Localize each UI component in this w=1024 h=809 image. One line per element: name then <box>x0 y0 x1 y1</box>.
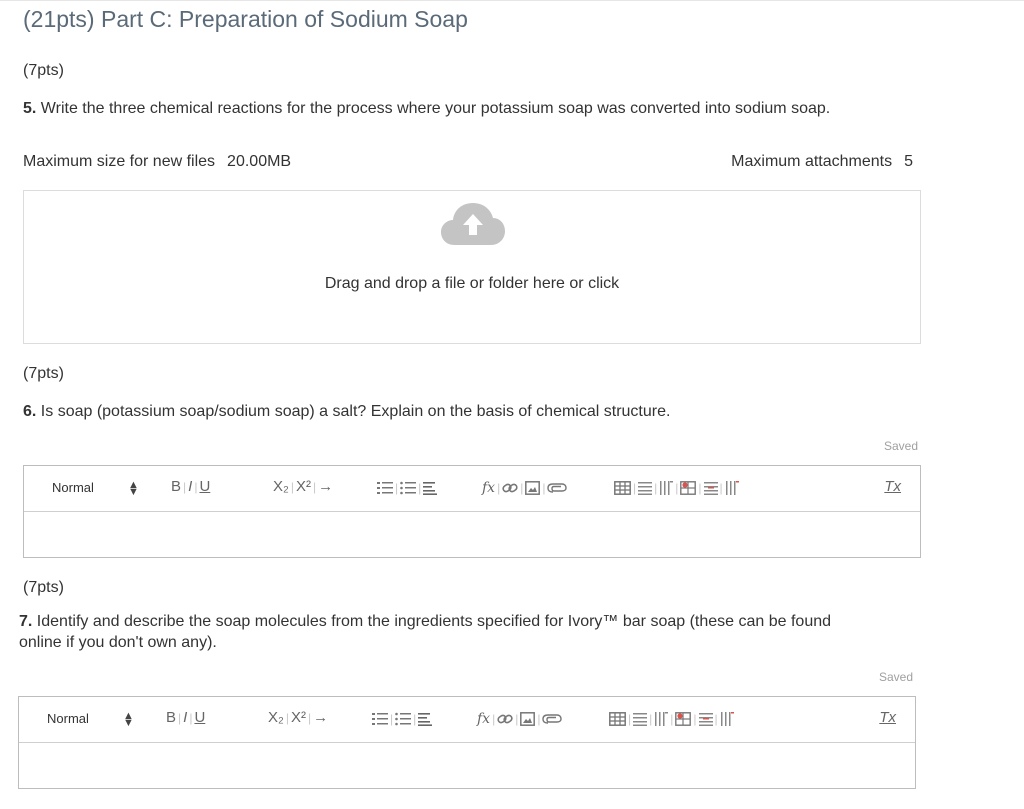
formula-icon[interactable]: fx <box>482 480 495 496</box>
image-icon[interactable] <box>520 712 536 726</box>
clear-format-icon[interactable]: Tx <box>879 709 896 726</box>
insert-group: fx | | | <box>477 709 563 729</box>
table-delete-row-icon[interactable] <box>703 481 718 496</box>
underline-icon[interactable]: U <box>194 709 205 726</box>
script-group: X₂ | X² | → <box>268 709 329 726</box>
top-divider <box>0 0 1024 1</box>
answer-input-7[interactable] <box>19 743 915 788</box>
file-dropzone[interactable]: Drag and drop a file or folder here or c… <box>23 190 921 344</box>
bullet-list-icon[interactable] <box>400 481 417 495</box>
bold-icon[interactable]: B <box>166 709 176 726</box>
question-7-prompt-line1: Identify and describe the soap molecules… <box>36 613 832 630</box>
page-title: (21pts) Part C: Preparation of Sodium So… <box>23 6 468 32</box>
question-5-number: 5. <box>23 100 37 117</box>
superscript-icon[interactable]: X² <box>291 709 306 726</box>
cloud-upload-icon <box>441 201 505 247</box>
underline-icon[interactable]: U <box>199 478 210 495</box>
table-row-icon[interactable] <box>633 712 648 727</box>
italic-icon[interactable]: I <box>183 709 187 726</box>
dropzone-text: Drag and drop a file or folder here or c… <box>324 275 620 292</box>
table-cell-icon[interactable] <box>675 712 692 726</box>
format-select-value: Normal <box>47 711 89 726</box>
question-7-prompt-line2: online if you don't own any). <box>19 634 217 651</box>
question-7-text: 7. Identify and describe the soap molecu… <box>19 611 831 653</box>
arrow-icon[interactable]: → <box>313 709 328 726</box>
text-style-group: B | I | U <box>166 709 206 726</box>
ordered-list-icon[interactable] <box>372 712 388 726</box>
link-icon[interactable] <box>497 712 513 726</box>
subscript-icon[interactable]: X₂ <box>273 478 289 495</box>
max-attachments-label: Maximum attachments <box>731 153 893 170</box>
table-group: | | | | | <box>614 478 739 498</box>
answer-input-6[interactable] <box>24 512 920 557</box>
italic-icon[interactable]: I <box>188 478 192 495</box>
table-icon[interactable] <box>609 712 626 726</box>
bold-icon[interactable]: B <box>171 478 181 495</box>
superscript-icon[interactable]: X² <box>296 478 311 495</box>
answer-editor-6: Normal ▲ ▼ B | I | U X₂ | X² | → | | fx | | | | | | | | T… <box>23 465 921 558</box>
editor-toolbar: Normal ▲ ▼ B | I | U X₂ | X² | → | | fx | | | | | | | | T… <box>19 697 915 743</box>
question-7-saved-status: Saved <box>879 670 914 684</box>
ordered-list-icon[interactable] <box>377 481 393 495</box>
max-attachments-value: 5 <box>904 153 913 170</box>
align-icon[interactable] <box>418 712 433 727</box>
arrow-icon[interactable]: → <box>318 478 333 495</box>
format-select-arrows-icon: ▲ ▼ <box>123 710 134 729</box>
question-6-points: (7pts) <box>23 365 64 382</box>
table-column-icon[interactable] <box>659 481 674 496</box>
question-5-text: 5. Write the three chemical reactions fo… <box>23 98 830 119</box>
attachment-icon[interactable] <box>542 713 563 725</box>
clear-format-icon[interactable]: Tx <box>884 478 901 495</box>
format-select[interactable]: Normal ▲ ▼ <box>47 711 134 729</box>
list-group: | | <box>372 709 433 729</box>
link-icon[interactable] <box>502 481 518 495</box>
image-icon[interactable] <box>525 481 541 495</box>
formula-icon[interactable]: fx <box>477 711 490 727</box>
max-size-info: Maximum size for new files 20.00MB <box>23 153 291 171</box>
answer-editor-7: Normal ▲ ▼ B | I | U X₂ | X² | → | | fx | | | | | | | | T… <box>18 696 916 789</box>
question-6-text: 6. Is soap (potassium soap/sodium soap) … <box>23 401 670 422</box>
table-column-icon[interactable] <box>654 712 669 727</box>
max-size-label: Maximum size for new files <box>23 153 216 170</box>
format-select-arrows-icon: ▲ ▼ <box>128 479 139 498</box>
format-select[interactable]: Normal ▲ ▼ <box>52 480 139 498</box>
script-group: X₂ | X² | → <box>273 478 334 495</box>
question-7-number: 7. <box>19 613 33 630</box>
subscript-icon[interactable]: X₂ <box>268 709 284 726</box>
list-group: | | <box>377 478 438 498</box>
text-style-group: B | I | U <box>171 478 211 495</box>
question-7-points: (7pts) <box>23 579 64 596</box>
table-icon[interactable] <box>614 481 631 495</box>
attachment-icon[interactable] <box>547 482 568 494</box>
max-attachments-info: Maximum attachments 5 <box>731 153 913 171</box>
question-6-saved-status: Saved <box>884 439 919 453</box>
question-6-prompt: Is soap (potassium soap/sodium soap) a s… <box>40 403 671 420</box>
align-icon[interactable] <box>423 481 438 496</box>
bullet-list-icon[interactable] <box>395 712 412 726</box>
max-size-value: 20.00MB <box>227 153 292 170</box>
table-cell-icon[interactable] <box>680 481 697 495</box>
table-delete-row-icon[interactable] <box>698 712 713 727</box>
question-5-points: (7pts) <box>23 62 64 79</box>
table-group: | | | | | <box>609 709 734 729</box>
question-6-number: 6. <box>23 403 37 420</box>
table-row-icon[interactable] <box>638 481 653 496</box>
editor-toolbar: Normal ▲ ▼ B | I | U X₂ | X² | → | | fx | | | | | | | | T… <box>24 466 920 512</box>
table-delete-column-icon[interactable] <box>720 712 734 727</box>
format-select-value: Normal <box>52 480 94 495</box>
question-5-prompt: Write the three chemical reactions for t… <box>40 100 831 117</box>
insert-group: fx | | | <box>482 478 568 498</box>
table-delete-column-icon[interactable] <box>725 481 739 496</box>
